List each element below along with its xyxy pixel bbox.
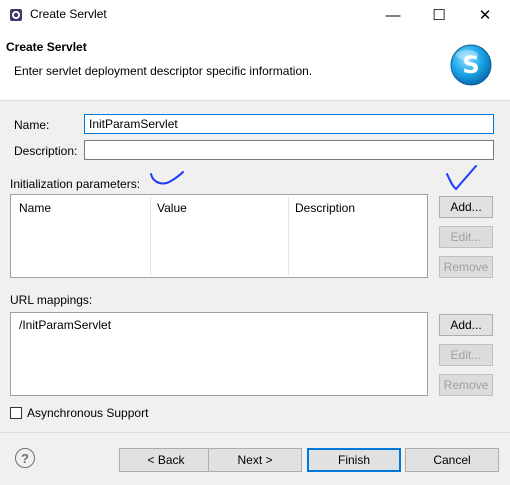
column-divider: [288, 197, 289, 275]
init-params-label: Initialization parameters:: [10, 177, 141, 191]
column-header-value[interactable]: Value: [157, 201, 187, 215]
help-icon[interactable]: ?: [15, 448, 35, 468]
servlet-logo-icon: S: [450, 44, 492, 86]
column-divider: [150, 197, 151, 275]
column-header-description[interactable]: Description: [295, 201, 355, 215]
name-input[interactable]: [84, 114, 494, 134]
description-label: Description:: [14, 144, 78, 158]
window-title: Create Servlet: [30, 7, 107, 21]
async-support-label[interactable]: Asynchronous Support: [27, 406, 148, 420]
finish-button[interactable]: Finish: [307, 448, 401, 472]
footer-divider: [0, 432, 510, 433]
url-mappings-remove-button[interactable]: Remove: [439, 374, 493, 396]
eclipse-app-icon: [10, 9, 22, 21]
close-icon[interactable]: ✕: [462, 0, 508, 30]
init-params-table[interactable]: Name Value Description: [10, 194, 428, 278]
back-button[interactable]: < Back: [119, 448, 213, 472]
init-params-edit-button[interactable]: Edit...: [439, 226, 493, 248]
minimize-icon[interactable]: —: [370, 0, 416, 30]
list-item[interactable]: /InitParamServlet: [19, 318, 111, 332]
next-button[interactable]: Next >: [208, 448, 302, 472]
cancel-button[interactable]: Cancel: [405, 448, 499, 472]
init-params-add-button[interactable]: Add...: [439, 196, 493, 218]
name-label: Name:: [14, 118, 50, 132]
wizard-description: Enter servlet deployment descriptor spec…: [14, 64, 313, 78]
async-support-checkbox[interactable]: [10, 407, 22, 419]
url-mappings-label: URL mappings:: [10, 293, 93, 307]
maximize-icon[interactable]: ☐: [416, 0, 462, 30]
description-input[interactable]: [84, 140, 494, 160]
svg-text:S: S: [462, 51, 479, 79]
url-mappings-add-button[interactable]: Add...: [439, 314, 493, 336]
init-params-remove-button[interactable]: Remove: [439, 256, 493, 278]
annotation-check-mark: [446, 165, 477, 191]
column-header-name[interactable]: Name: [19, 201, 51, 215]
annotation-swoosh-mark: [150, 171, 184, 185]
url-mappings-edit-button[interactable]: Edit...: [439, 344, 493, 366]
url-mappings-list[interactable]: /InitParamServlet: [10, 312, 428, 396]
wizard-title: Create Servlet: [6, 40, 87, 54]
